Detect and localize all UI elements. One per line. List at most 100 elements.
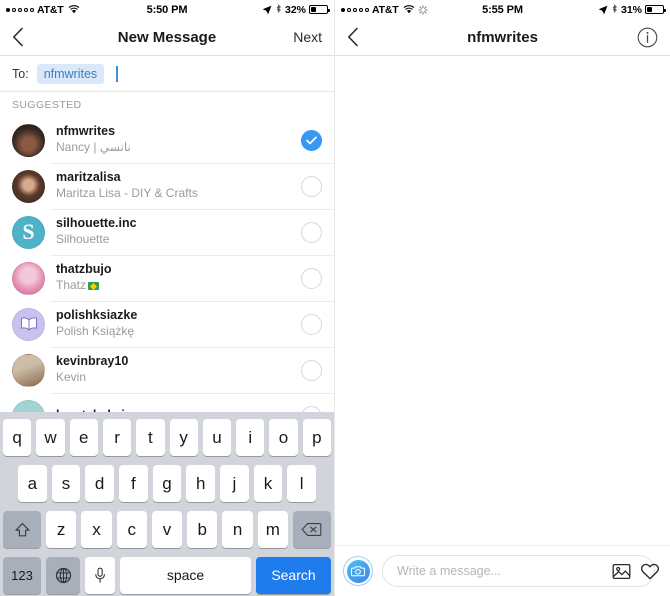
key-u[interactable]: u — [202, 419, 232, 456]
fullname: Polish Książkę — [56, 324, 135, 339]
key-y[interactable]: y — [169, 419, 198, 456]
fullname: Kevin — [56, 370, 87, 385]
dual-screenshot: AT&T 5:50 PM 32% New Message Next To: nf… — [0, 0, 670, 596]
selection-checkbox[interactable] — [301, 313, 322, 335]
key-b[interactable]: b — [187, 511, 218, 548]
selection-checkbox[interactable] — [301, 129, 322, 151]
suggested-header: SUGGESTED — [0, 92, 334, 117]
globe-icon[interactable] — [46, 557, 80, 594]
user-info: nfmwrites Nancy | نانسي — [56, 124, 301, 155]
key-o[interactable]: o — [269, 419, 298, 456]
search-key[interactable]: Search — [256, 557, 331, 594]
fullname: Silhouette — [56, 232, 110, 247]
list-item[interactable]: S silhouette.inc Silhouette — [0, 209, 334, 255]
key-i[interactable]: i — [236, 419, 265, 456]
back-button[interactable] — [347, 26, 369, 48]
selection-checkbox[interactable] — [301, 359, 322, 381]
space-key[interactable]: space — [120, 557, 251, 594]
to-label: To: — [12, 66, 29, 81]
avatar — [12, 353, 45, 387]
key-v[interactable]: v — [151, 511, 183, 548]
nav-bar-right: nfmwrites — [335, 19, 670, 56]
avatar — [12, 123, 45, 157]
message-placeholder: Write a message... — [397, 564, 501, 578]
status-bar-left: AT&T 5:50 PM 32% — [0, 0, 334, 19]
avatar: S — [12, 215, 45, 249]
key-k[interactable]: k — [253, 465, 283, 502]
recipient-chip[interactable]: nfmwrites — [36, 63, 105, 84]
keyboard-row-1: q w e r t y u i o p — [0, 419, 334, 456]
fullname: Thatz — [56, 278, 301, 294]
key-r[interactable]: r — [102, 419, 132, 456]
suggested-user-list: nfmwrites Nancy | نانسي maritzalisa Mari… — [0, 117, 334, 439]
text-caret — [116, 65, 118, 82]
username: polishksiazke — [56, 308, 138, 323]
username: nfmwrites — [56, 124, 116, 139]
list-item[interactable]: thatzbujo Thatz — [0, 255, 334, 301]
selection-checkbox[interactable] — [301, 175, 322, 197]
numbers-key[interactable]: 123 — [3, 557, 41, 594]
key-e[interactable]: e — [69, 419, 98, 456]
username: thatzbujo — [56, 262, 112, 277]
list-item[interactable]: polishksiazke Polish Książkę — [0, 301, 334, 347]
microphone-icon[interactable] — [85, 557, 115, 594]
selection-checkbox[interactable] — [301, 221, 322, 243]
key-x[interactable]: x — [81, 511, 112, 548]
keyboard-row-4: 123 space Search — [0, 557, 334, 594]
heart-icon[interactable] — [640, 562, 660, 581]
key-q[interactable]: q — [3, 419, 32, 456]
status-time-right: 5:55 PM — [482, 3, 523, 16]
user-info: thatzbujo Thatz — [56, 262, 301, 293]
key-m[interactable]: m — [257, 511, 288, 548]
user-info: maritzalisa Maritza Lisa - DIY & Crafts — [56, 170, 301, 201]
list-item[interactable]: maritzalisa Maritza Lisa - DIY & Crafts — [0, 163, 334, 209]
avatar — [12, 307, 45, 341]
list-item[interactable]: nfmwrites Nancy | نانسي — [0, 117, 334, 163]
info-icon[interactable] — [637, 27, 658, 48]
key-g[interactable]: g — [152, 465, 182, 502]
keyboard-row-2: a s d f g h j k l — [0, 465, 334, 502]
key-n[interactable]: n — [222, 511, 253, 548]
status-bar-right: AT&T 5:55 PM 31% — [335, 0, 670, 19]
camera-icon[interactable] — [343, 556, 373, 586]
key-t[interactable]: t — [136, 419, 165, 456]
selection-checkbox[interactable] — [301, 267, 322, 289]
key-s[interactable]: s — [51, 465, 81, 502]
next-button[interactable]: Next — [293, 29, 322, 45]
key-p[interactable]: p — [302, 419, 331, 456]
avatar — [12, 261, 45, 295]
fullname: Maritza Lisa - DIY & Crafts — [56, 186, 198, 201]
user-info: polishksiazke Polish Książkę — [56, 308, 301, 339]
key-a[interactable]: a — [17, 465, 47, 502]
brazil-flag-icon — [88, 282, 100, 291]
key-j[interactable]: j — [220, 465, 249, 502]
key-f[interactable]: f — [119, 465, 148, 502]
fullname-text: Thatz — [56, 278, 87, 293]
key-w[interactable]: w — [36, 419, 65, 456]
username: silhouette.inc — [56, 216, 137, 231]
list-item[interactable]: kevinbray10 Kevin — [0, 347, 334, 393]
key-d[interactable]: d — [85, 465, 114, 502]
message-composer-bar: Write a message... — [335, 545, 670, 596]
photo-icon[interactable] — [612, 562, 631, 581]
right-screen-thread: AT&T 5:55 PM 31% nfmwrites Write a messa… — [335, 0, 670, 596]
user-info: kevinbray10 Kevin — [56, 354, 301, 385]
key-l[interactable]: l — [287, 465, 317, 502]
back-button[interactable] — [12, 26, 34, 48]
avatar — [12, 169, 45, 203]
battery-icon-left — [309, 5, 330, 14]
keyboard-row-3: z x c v b n m — [0, 511, 334, 548]
username: maritzalisa — [56, 170, 121, 185]
shift-icon[interactable] — [3, 511, 42, 548]
key-z[interactable]: z — [46, 511, 77, 548]
user-info: silhouette.inc Silhouette — [56, 216, 301, 247]
battery-icon-right — [645, 5, 666, 14]
recipient-field[interactable]: To: nfmwrites — [0, 56, 334, 92]
backspace-icon[interactable] — [292, 511, 331, 548]
on-screen-keyboard: q w e r t y u i o p a s d f g h j k l z … — [0, 412, 334, 596]
composer-actions — [612, 562, 660, 581]
status-time-left: 5:50 PM — [146, 3, 188, 16]
key-c[interactable]: c — [116, 511, 147, 548]
camera-icon-inner — [346, 559, 370, 583]
key-h[interactable]: h — [186, 465, 216, 502]
